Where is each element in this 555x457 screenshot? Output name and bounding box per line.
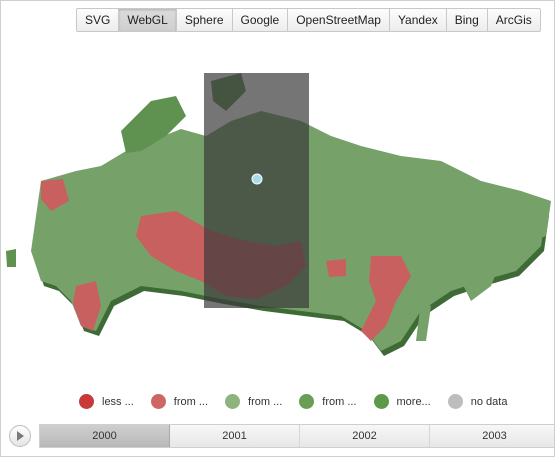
legend-label: from ... xyxy=(248,395,283,408)
legend-item[interactable]: less ... xyxy=(79,394,134,409)
legend-dot xyxy=(225,394,241,409)
webgl-button[interactable]: WebGL xyxy=(119,9,177,31)
map-widget: SVG WebGL Sphere Google OpenStreetMap Ya… xyxy=(0,0,555,457)
sphere-button[interactable]: Sphere xyxy=(177,9,233,31)
map-type-toolbar: SVG WebGL Sphere Google OpenStreetMap Ya… xyxy=(76,8,541,32)
timeline: 2000 2001 2002 2003 xyxy=(1,424,554,448)
region-kaliningrad[interactable] xyxy=(6,249,16,267)
timeline-track[interactable]: 2000 2001 2002 2003 xyxy=(39,424,554,448)
timeline-year-2003[interactable]: 2003 xyxy=(430,425,554,447)
legend-item[interactable]: no data xyxy=(447,394,508,409)
legend-item[interactable]: more... xyxy=(373,394,431,409)
region-amur-red[interactable] xyxy=(326,259,346,277)
legend-item[interactable]: from ... xyxy=(150,394,209,409)
legend-dot xyxy=(373,394,389,409)
legend-dot xyxy=(447,394,463,409)
play-icon xyxy=(17,431,24,441)
legend-label: less ... xyxy=(102,395,134,408)
google-button[interactable]: Google xyxy=(233,9,289,31)
arcgis-button[interactable]: ArcGis xyxy=(488,9,540,31)
legend-dot xyxy=(299,394,315,409)
russia-3d-map[interactable] xyxy=(1,41,554,381)
selection-overlay[interactable] xyxy=(204,73,309,308)
timeline-year-2001[interactable]: 2001 xyxy=(170,425,300,447)
legend-label: no data xyxy=(470,395,508,408)
yandex-button[interactable]: Yandex xyxy=(390,9,447,31)
bing-button[interactable]: Bing xyxy=(447,9,488,31)
svg-button[interactable]: SVG xyxy=(77,9,120,31)
legend-dot xyxy=(79,394,94,409)
legend-dot xyxy=(150,394,166,409)
timeline-year-2002[interactable]: 2002 xyxy=(300,425,430,447)
legend-item[interactable]: from ... xyxy=(225,394,282,409)
map-legend: less ... from ... from ... from ... more… xyxy=(79,394,524,409)
play-button[interactable] xyxy=(9,425,31,447)
legend-label: from ... xyxy=(173,395,209,408)
legend-label: from ... xyxy=(322,395,357,408)
timeline-year-2000[interactable]: 2000 xyxy=(40,425,170,447)
legend-label: more... xyxy=(396,395,431,408)
map-marker[interactable] xyxy=(251,173,263,185)
legend-item[interactable]: from ... xyxy=(299,394,357,409)
openstreetmap-button[interactable]: OpenStreetMap xyxy=(288,9,390,31)
